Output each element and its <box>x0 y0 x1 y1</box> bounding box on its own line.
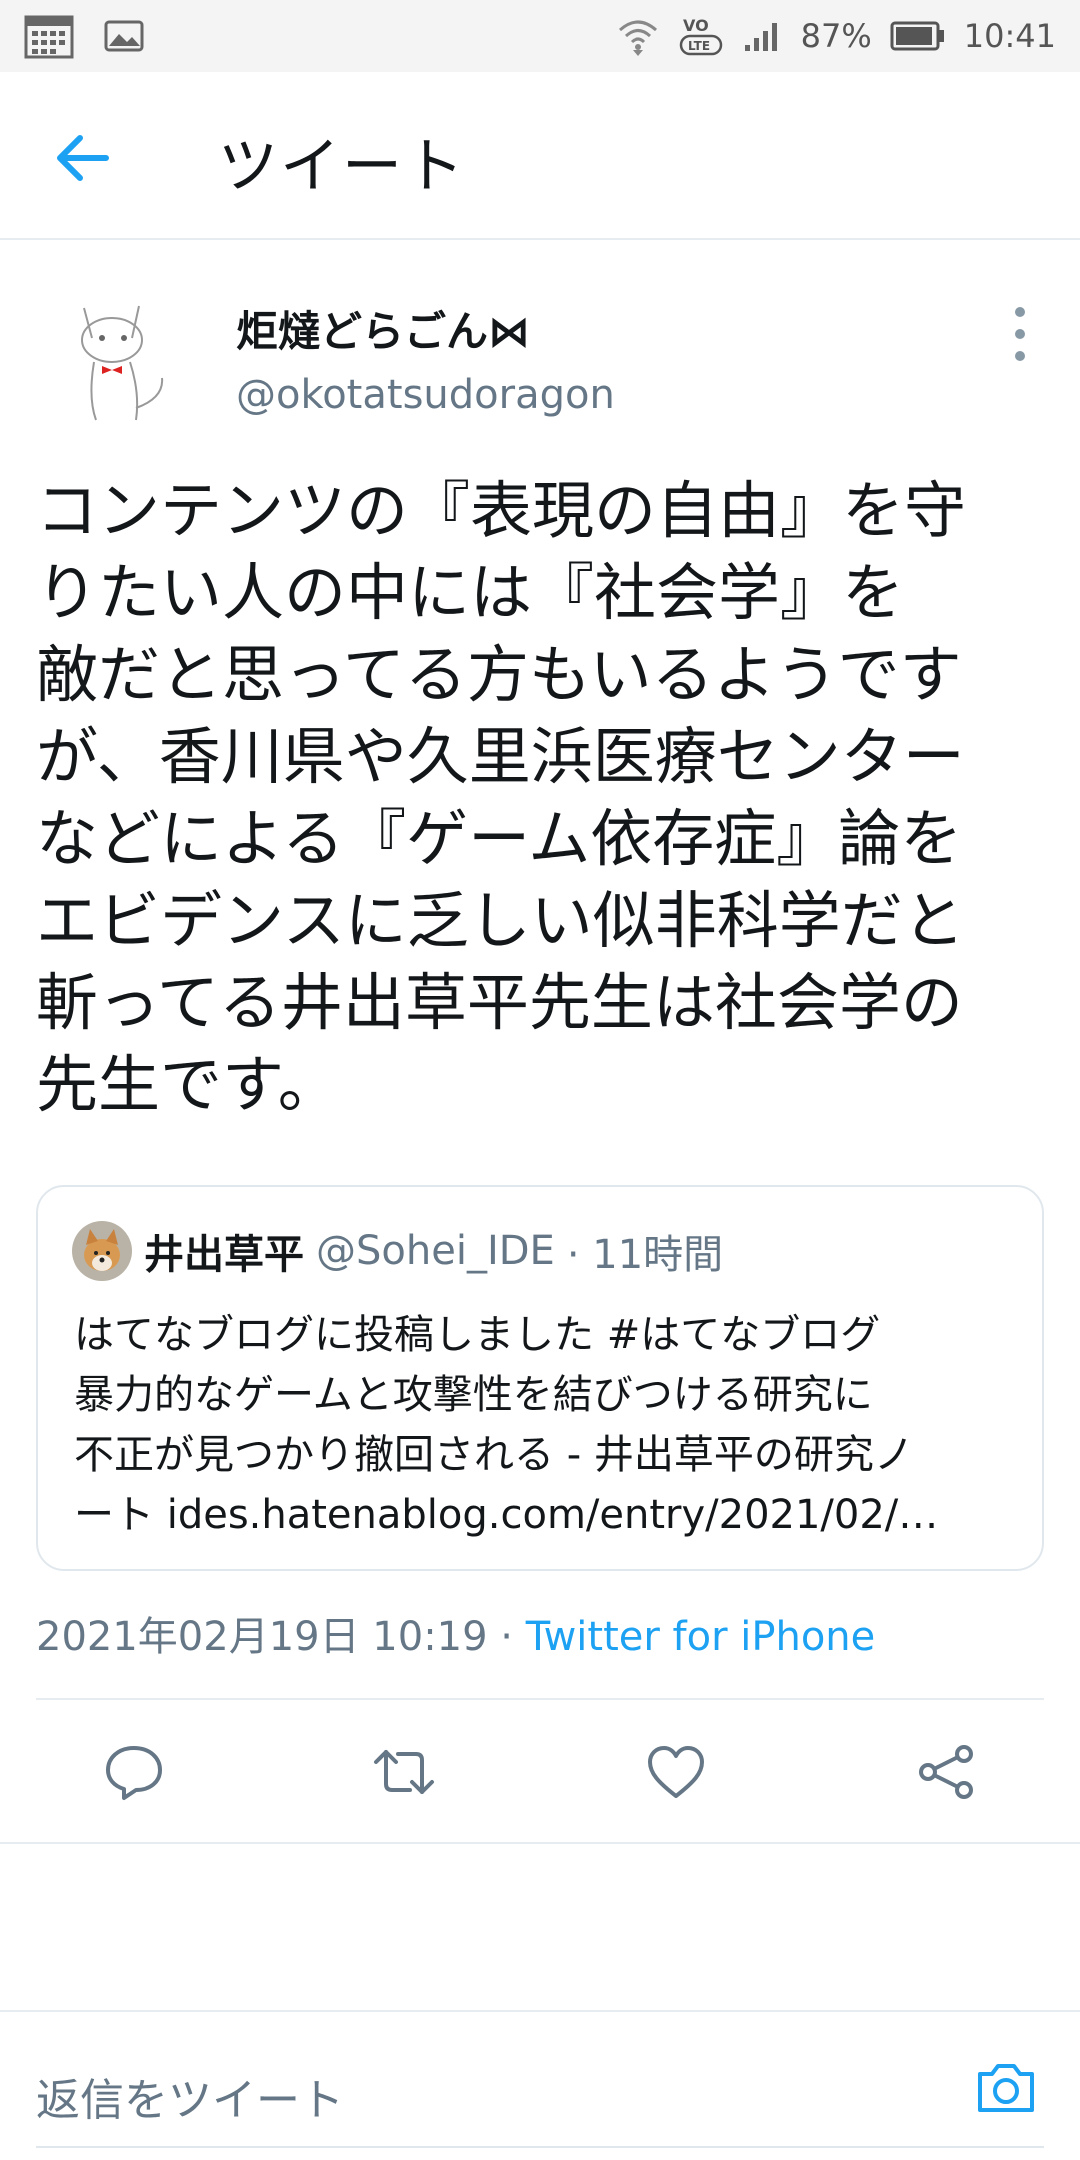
tweet-text-line: コンテンツの『表現の自由』を守 <box>36 474 967 547</box>
reply-icon[interactable] <box>102 1740 166 1804</box>
tweet-text-line: 斬ってる井出草平先生は社会学の <box>36 966 963 1039</box>
quoted-tweet-header: 井出草平 @Sohei_IDE · 11時間 <box>72 1221 723 1281</box>
tweet-text-line: りたい人の中には『社会学』を <box>36 556 905 629</box>
tweet-text-line: 敵だと思ってる方もいるようです <box>36 638 962 711</box>
quoted-tweet-card[interactable]: 井出草平 @Sohei_IDE · 11時間 はてなブログに投稿しました #はて… <box>36 1185 1044 1571</box>
dog-avatar-icon <box>72 1221 132 1281</box>
author-name[interactable]: 炬燵どらごん⋈ <box>236 298 530 359</box>
svg-text:VO: VO <box>683 16 709 35</box>
status-bar: VO LTE 87% 10:41 <box>0 0 1080 72</box>
more-vertical-icon[interactable] <box>1008 302 1032 366</box>
cat-avatar-icon <box>44 278 194 428</box>
quoted-avatar <box>72 1221 132 1281</box>
image-icon <box>104 20 144 52</box>
quoted-author-handle: @Sohei_IDE <box>316 1228 555 1274</box>
author-handle[interactable]: @okotatsudoragon <box>236 372 615 418</box>
avatar[interactable] <box>44 278 194 428</box>
quoted-text-line: はてなブログに投稿しました #はてなブログ <box>74 1312 881 1358</box>
clock: 10:41 <box>963 17 1056 55</box>
reply-composer: 返信をツイート <box>0 2010 1080 2160</box>
source-link[interactable]: Twitter for iPhone <box>526 1614 876 1660</box>
battery-percent: 87% <box>800 17 872 55</box>
tweet-text-line: エビデンスに乏しい似非科学だと <box>36 884 965 957</box>
tweet-text: コンテンツの『表現の自由』を守 りたい人の中には『社会学』を 敵だと思ってる方も… <box>36 470 1046 1126</box>
tweet-timestamp: 2021年02月19日 10:19 · Twitter for iPhone <box>36 1604 875 1662</box>
quoted-text-line: ート ides.hatenablog.com/entry/2021/02/… <box>74 1492 939 1538</box>
timestamp-separator: · <box>487 1614 526 1660</box>
wifi-icon <box>618 20 657 56</box>
quoted-text-line: 不正が見つかり撤回される - 井出草平の研究ノ <box>74 1432 914 1478</box>
volte-icon: VO LTE <box>679 16 722 56</box>
quoted-author-name: 井出草平 <box>144 1232 304 1278</box>
quoted-text-line: 暴力的なゲームと攻撃性を結びつける研究に <box>74 1372 873 1418</box>
share-icon[interactable] <box>914 1740 978 1804</box>
tweet-text-line: が、香川県や久里浜医療センター <box>36 720 965 793</box>
signal-icon <box>744 23 777 51</box>
camera-icon[interactable] <box>974 2060 1038 2116</box>
svg-text:LTE: LTE <box>688 39 710 53</box>
reply-underline <box>36 2146 1044 2148</box>
tweet-author: 炬燵どらごん⋈ @okotatsudoragon <box>0 240 1080 460</box>
timestamp-date: 2021年02月19日 10:19 <box>36 1614 488 1660</box>
tweet-actions <box>0 1700 1080 1840</box>
like-icon[interactable] <box>644 1740 708 1804</box>
quoted-time-ago: · 11時間 <box>566 1232 724 1278</box>
quoted-tweet-text: はてなブログに投稿しました #はてなブログ 暴力的なゲームと攻撃性を結びつける研… <box>74 1305 1014 1545</box>
arrow-left-icon[interactable] <box>52 128 112 188</box>
tweet-text-line: などによる『ゲーム依存症』論を <box>36 802 963 875</box>
divider <box>0 1842 1080 1844</box>
retweet-icon[interactable] <box>372 1740 436 1804</box>
tweet-text-line: 先生です。 <box>36 1048 340 1121</box>
page-title: ツイート <box>218 132 466 202</box>
calendar-icon <box>24 15 74 59</box>
reply-input[interactable]: 返信をツイート <box>36 2064 344 2128</box>
app-bar: ツイート <box>0 72 1080 240</box>
battery-icon <box>890 21 944 51</box>
